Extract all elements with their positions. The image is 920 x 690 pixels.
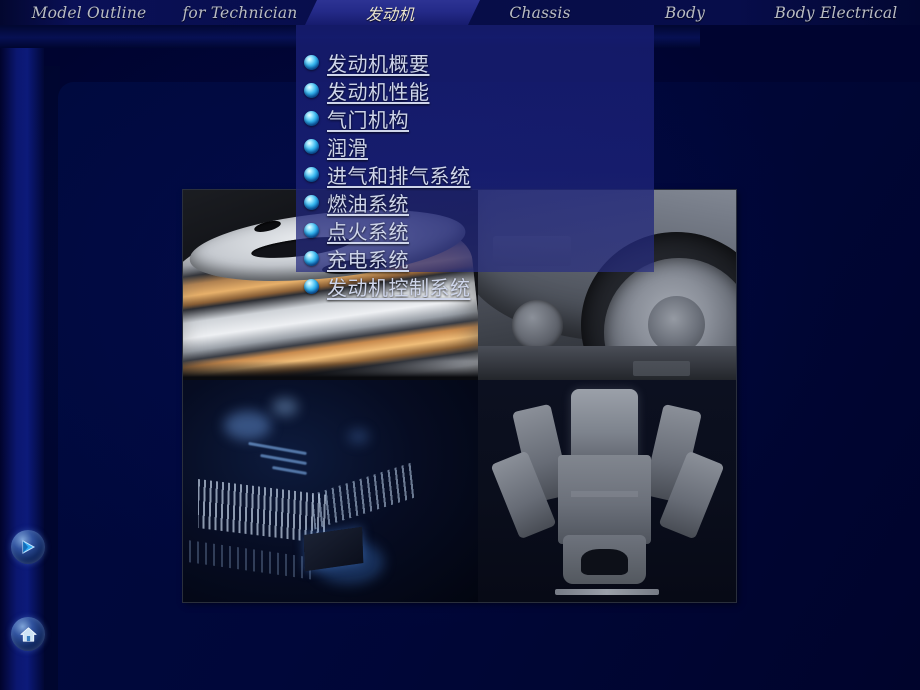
body-frame-roof (570, 388, 638, 465)
menu-item-intake-exhaust-system[interactable]: 进气和排气系统 (296, 160, 471, 188)
tab-body-electrical[interactable]: Body Electrical (762, 0, 910, 25)
sphere-bullet-icon (304, 222, 319, 238)
menu-item-label: 发动机控制系统 (327, 275, 471, 300)
menu-list: 发动机概要发动机性能气门机构润滑进气和排气系统 燃油系统点火系统充电系统发动机控制… (296, 24, 696, 300)
circuit-glow-2 (271, 397, 299, 416)
home-button[interactable] (11, 617, 45, 651)
menu-item-fuel-system[interactable]: 燃油系统 (296, 188, 409, 216)
body-frame-grille-opening (581, 548, 628, 576)
menu-item-engine-overview[interactable]: 发动机概要 (296, 48, 430, 76)
circuit-glow-1 (224, 411, 272, 440)
sphere-bullet-icon (304, 278, 319, 294)
sphere-bullet-icon (304, 166, 319, 182)
sphere-bullet-icon (304, 110, 319, 126)
menu-item-label: 润滑 (327, 135, 368, 160)
body-frame-crossmember (570, 491, 638, 497)
next-button[interactable] (11, 530, 45, 564)
menu-item-valve-mechanism[interactable]: 气门机构 (296, 104, 409, 132)
body-frame-bumper-bar (555, 588, 659, 596)
home-icon (19, 626, 37, 642)
menu-item-lubrication[interactable]: 润滑 (296, 132, 368, 160)
sphere-bullet-icon (304, 138, 319, 154)
menu-item-label: 点火系统 (327, 219, 409, 244)
menu-item-label: 气门机构 (327, 107, 409, 132)
menu-item-label: 进气和排气系统 (327, 163, 471, 188)
sphere-bullet-icon (304, 250, 319, 266)
sphere-bullet-icon (304, 194, 319, 210)
image-cell-body-frame (478, 380, 736, 602)
menu-item-label: 发动机性能 (327, 79, 430, 104)
body-frame-cabin (557, 455, 651, 545)
tab-model-outline[interactable]: Model Outline (24, 0, 154, 25)
tab-chassis[interactable]: Chassis (485, 0, 595, 25)
circuit-glow-3 (348, 428, 369, 445)
menu-item-engine-performance[interactable]: 发动机性能 (296, 76, 430, 104)
tab-for-technician[interactable]: for Technician (170, 0, 310, 25)
tab-body[interactable]: Body (640, 0, 730, 25)
menu-item-charging-system[interactable]: 充电系统 (296, 244, 409, 272)
image-cell-circuit (183, 380, 478, 602)
car-bumper (478, 345, 736, 380)
car-bumper-detail (632, 361, 690, 377)
sphere-bullet-icon (304, 54, 319, 70)
menu-item-label: 充电系统 (327, 247, 409, 272)
sphere-bullet-icon (304, 82, 319, 98)
car-emblem (511, 300, 564, 350)
menu-item-engine-control-system[interactable]: 发动机控制系统 (296, 272, 471, 300)
menu-item-ignition-system[interactable]: 点火系统 (296, 216, 409, 244)
play-arrow-icon (22, 540, 36, 554)
background-left-band (0, 22, 44, 690)
tab-engine[interactable]: 发动机 (330, 0, 450, 25)
slide-stage: 发动机概要发动机性能气门机构润滑进气和排气系统 燃油系统点火系统充电系统发动机控制… (0, 0, 920, 690)
menu-item-label: 燃油系统 (327, 191, 409, 216)
menu-item-label: 发动机概要 (327, 51, 430, 76)
tab-bar: Model Outline for Technician 发动机 Chassis Bod… (0, 0, 920, 25)
piston-shadow (183, 361, 478, 380)
